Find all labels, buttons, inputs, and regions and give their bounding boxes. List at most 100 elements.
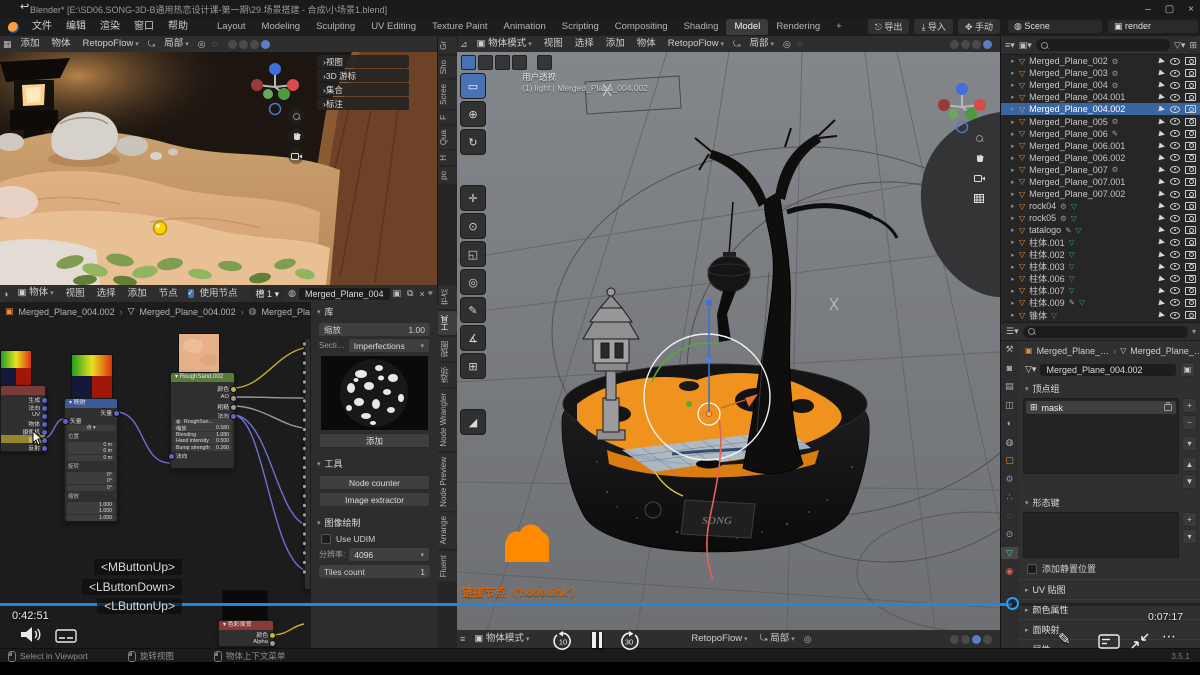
copy-material-icon[interactable]: ⧉ (407, 288, 413, 299)
outliner-row[interactable]: ▸▽Merged_Plane_002⚙ (1001, 55, 1200, 67)
editor-type-icon[interactable]: ⊿ (460, 39, 468, 50)
visibility-eye-icon[interactable] (1170, 70, 1180, 77)
node-menu-选择[interactable]: 选择 (91, 286, 122, 302)
render-camera-icon[interactable] (1185, 130, 1196, 138)
outliner-row[interactable]: ▸▽Merged_Plane_004.001 (1001, 91, 1200, 103)
expand-caret-icon[interactable]: ▸ (1011, 214, 1019, 222)
funnel-filter-icon[interactable]: ▽▾ (1174, 40, 1185, 51)
orientation-dropdown[interactable]: ⤿ 局部▾ (754, 631, 801, 648)
panel-视图[interactable]: › 视图 (317, 55, 409, 68)
vertex-group-item[interactable]: ⊞mask (1026, 401, 1176, 414)
render-camera-icon[interactable] (1185, 166, 1196, 174)
minimize-button[interactable]: – (1145, 4, 1151, 15)
mapping-node[interactable]: ▾ 映射 矢量 矢量 点 ▾ 位置0 m0 m0 m旋转0°0°0°缩放1.00… (64, 398, 118, 522)
workspace-tab-Sculpting[interactable]: Sculpting (308, 19, 363, 35)
visibility-eye-icon[interactable] (1170, 299, 1180, 306)
snap-magnet-icon[interactable]: ◎ (783, 39, 791, 50)
viewport-menu-物体[interactable]: 物体 (631, 36, 662, 52)
add-vertex-group-button[interactable]: + (1182, 398, 1197, 413)
expand-caret-icon[interactable]: ▸ (1011, 202, 1019, 210)
expand-caret-icon[interactable]: ▸ (1011, 299, 1019, 307)
render-camera-icon[interactable] (1185, 251, 1196, 259)
render-camera-icon[interactable] (1185, 81, 1196, 89)
render-camera-icon[interactable] (1185, 57, 1196, 65)
colorramp-output-Alpha[interactable]: Alpha (219, 638, 273, 646)
outliner-search[interactable] (1036, 39, 1170, 51)
vertex-groups-panel-header[interactable]: ▾顶点组 (1019, 379, 1200, 398)
navigation-gizmo-icon[interactable] (935, 80, 989, 134)
value-field[interactable]: 0° (67, 485, 115, 491)
rotate-view-tool[interactable]: ↻ (460, 129, 486, 155)
proportional-edit-icon[interactable]: ◌ (212, 39, 217, 49)
properties-tab-view-layer[interactable]: ◫ (1001, 399, 1018, 411)
workspace-tab-Shading[interactable]: Shading (676, 19, 727, 35)
selectable-icon[interactable] (1158, 227, 1165, 234)
danmaku-icon[interactable] (1098, 634, 1120, 649)
selectable-icon[interactable] (1158, 70, 1165, 77)
selectable-icon[interactable] (1158, 215, 1165, 222)
side-tab-工具[interactable]: 工具 (438, 311, 457, 335)
properties-tab-render[interactable]: ◙ (1001, 362, 1018, 374)
zoom-icon[interactable] (971, 130, 987, 146)
render-preview-viewport[interactable]: › 视图› 3D 游标› 集合› 标注 (0, 52, 437, 285)
properties-tab-modifiers[interactable]: ⚙ (1001, 473, 1018, 485)
fake-user-button[interactable]: ▣ (1180, 362, 1195, 377)
expand-caret-icon[interactable]: ▸ (1011, 287, 1019, 295)
param-缩放[interactable]: 缩放0.580 (173, 425, 232, 431)
transform-tool[interactable]: ◎ (460, 269, 486, 295)
workspace-tab-Rendering[interactable]: Rendering (768, 19, 828, 35)
selectable-icon[interactable] (1158, 251, 1165, 258)
visibility-eye-icon[interactable] (1170, 287, 1180, 294)
node-counter-button[interactable]: Node counter (319, 475, 430, 490)
tools-panel-header[interactable]: ▾工具 (311, 454, 438, 473)
side-tab-Node Wrangler[interactable]: Node Wrangler (438, 389, 457, 451)
render-camera-icon[interactable] (1185, 275, 1196, 283)
transform-orientation-icon[interactable]: ⤿ (148, 39, 156, 50)
menu-窗口[interactable]: 窗口 (127, 18, 161, 36)
colorramp-output-颜色[interactable]: 颜色 (219, 630, 273, 638)
import-button[interactable]: ⤓ 导入 (914, 19, 953, 34)
side-tab-视图[interactable]: 视图 (438, 337, 457, 361)
shading-mode-icons[interactable] (950, 635, 992, 644)
ortho-grid-icon[interactable] (971, 190, 987, 206)
output-socket[interactable] (230, 395, 237, 402)
render-camera-icon[interactable] (1185, 69, 1196, 77)
scale-tool[interactable]: ◱ (460, 241, 486, 267)
output-socket[interactable] (230, 413, 237, 420)
render-camera-icon[interactable] (1185, 226, 1196, 234)
rotate-tool[interactable]: ⊙ (460, 213, 486, 239)
add-button[interactable]: 添加 (319, 433, 430, 448)
workspace-tab-Scripting[interactable]: Scripting (554, 19, 607, 35)
visibility-eye-icon[interactable] (1170, 94, 1180, 101)
speaker-icon[interactable] (20, 626, 42, 644)
retopoflow-menu[interactable]: RetopoFlow▾ (685, 631, 753, 648)
colorramp-node[interactable]: ▾ 色彩渐变 颜色Alpha (218, 620, 274, 647)
roughsand-node-header[interactable]: ▾ RoughSand.002 (171, 373, 234, 382)
render-camera-icon[interactable] (1185, 287, 1196, 295)
node-menu-节点[interactable]: 节点 (153, 286, 184, 302)
workspace-tab-Layout[interactable]: Layout (209, 19, 254, 35)
side-tab-Qua[interactable]: Qua (438, 126, 457, 149)
measure-tool[interactable]: ∡ (460, 325, 486, 351)
tiles-count-field[interactable]: Tiles count1 (319, 565, 430, 578)
expand-caret-icon[interactable]: ▸ (1011, 275, 1019, 283)
render-camera-icon[interactable] (1185, 299, 1196, 307)
outliner-row[interactable]: ▸▽Merged_Plane_006✎ (1001, 128, 1200, 140)
breadcrumb-data[interactable]: Merged_Plane_… (1130, 346, 1200, 356)
expand-caret-icon[interactable]: ▸ (1011, 93, 1019, 101)
selectable-icon[interactable] (1158, 57, 1165, 64)
snap-magnet-icon[interactable]: ◎ (804, 634, 812, 645)
select-box-tool[interactable]: ▭ (460, 73, 486, 99)
render-camera-icon[interactable] (1185, 118, 1196, 126)
add-shape-key-button[interactable]: + (1182, 512, 1197, 527)
options-caret-icon[interactable]: ▾ (1192, 327, 1196, 336)
back-arrow-icon[interactable]: ↩ (20, 0, 29, 13)
visibility-eye-icon[interactable] (1170, 215, 1180, 222)
properties-tab-constraints[interactable]: ⊙ (1001, 528, 1018, 540)
selectable-icon[interactable] (1158, 311, 1165, 318)
visibility-eye-icon[interactable] (1170, 106, 1180, 113)
manual-button[interactable]: ✥ 手动 (958, 19, 1000, 34)
mode-dropdown[interactable]: ▣ 物体模式▾ (471, 36, 538, 53)
menu-编辑[interactable]: 编辑 (59, 18, 93, 36)
outliner-row[interactable]: ▸▽柱体.006▽ (1001, 273, 1200, 285)
